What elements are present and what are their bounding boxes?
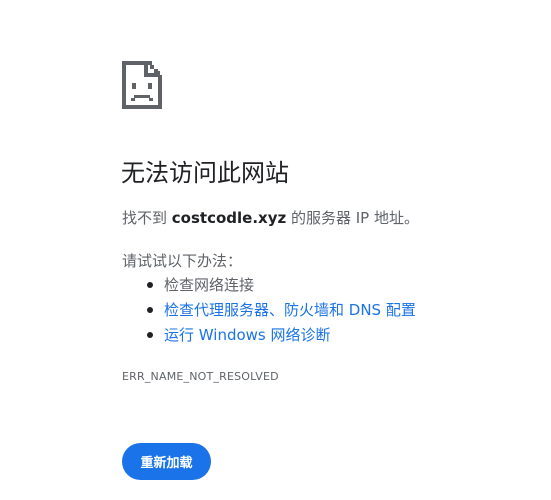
- bullet-dot: [147, 282, 153, 288]
- suggestions-list: 检查网络连接 检查代理服务器、防火墙和 DNS 配置 运行 Windows 网络…: [122, 273, 416, 348]
- summary-domain: costcodle.xyz: [171, 209, 287, 227]
- suggestion-run-diagnostics: 运行 Windows 网络诊断: [122, 323, 416, 348]
- bullet-dot: [147, 307, 153, 313]
- bullet-dot: [147, 332, 153, 338]
- error-code: ERR_NAME_NOT_RESOLVED: [122, 370, 279, 383]
- windows-network-diagnostics-link[interactable]: 运行 Windows 网络诊断: [164, 326, 331, 344]
- suggestion-check-proxy-firewall-dns: 检查代理服务器、防火墙和 DNS 配置: [122, 298, 416, 323]
- summary-prefix: 找不到: [122, 209, 172, 227]
- suggestions-intro: 请试试以下办法：: [122, 252, 243, 270]
- page-title: 无法访问此网站: [121, 159, 289, 187]
- suggestion-check-network: 检查网络连接: [122, 273, 416, 298]
- error-summary: 找不到 costcodle.xyz 的服务器 IP 地址。: [122, 206, 419, 230]
- sad-page-icon: [122, 61, 162, 109]
- reload-button[interactable]: 重新加载: [122, 443, 211, 480]
- proxy-firewall-dns-link[interactable]: 检查代理服务器、防火墙和 DNS 配置: [164, 301, 416, 319]
- summary-suffix: 的服务器 IP 地址。: [286, 209, 419, 227]
- suggestion-label: 检查网络连接: [164, 276, 255, 294]
- error-page: 无法访问此网站 找不到 costcodle.xyz 的服务器 IP 地址。 请试…: [0, 0, 551, 500]
